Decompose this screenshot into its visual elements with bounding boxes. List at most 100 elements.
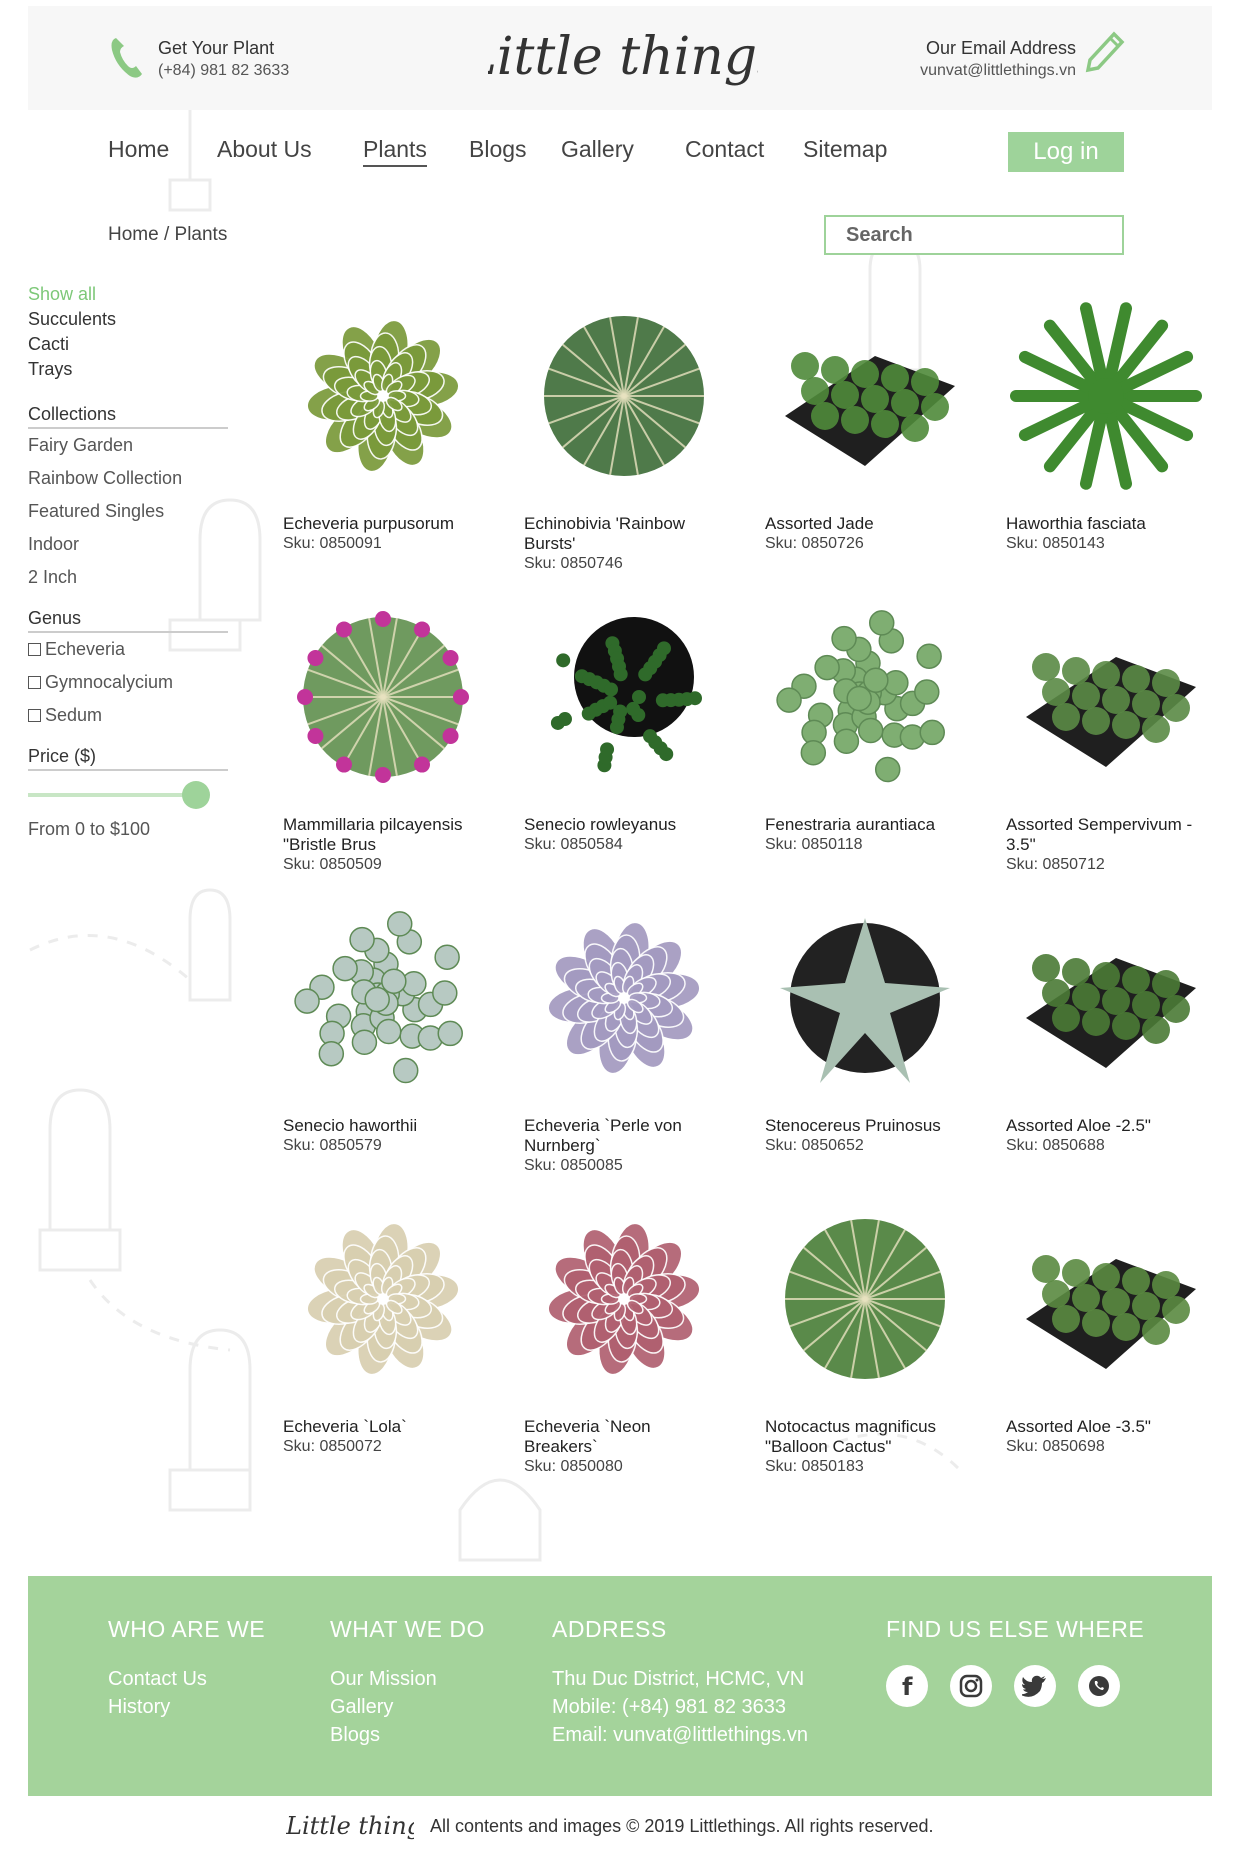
product-title[interactable]: Assorted Aloe -2.5" [1006, 1116, 1211, 1136]
checkbox[interactable] [28, 709, 41, 722]
product-card[interactable]: Assorted Jade Sku: 0850726 [765, 296, 1006, 597]
product-image[interactable] [1006, 296, 1206, 506]
product-card[interactable]: Fenestraria aurantiaca Sku: 0850118 [765, 597, 1006, 898]
product-image[interactable] [1006, 898, 1206, 1108]
collection-featured-singles[interactable]: Featured Singles [28, 495, 228, 528]
product-title[interactable]: Echeveria `Perle von Nurnberg` [524, 1116, 729, 1156]
footer-link-contact-us[interactable]: Contact Us [108, 1665, 265, 1693]
product-image[interactable] [524, 898, 724, 1108]
product-image[interactable] [283, 597, 483, 807]
footer-link-our-mission[interactable]: Our Mission [330, 1665, 485, 1693]
product-card[interactable]: Echeveria `Lola` Sku: 0850072 [283, 1199, 524, 1500]
product-card[interactable]: Echeveria `Neon Breakers` Sku: 0850080 [524, 1199, 765, 1500]
facebook-icon[interactable]: f [886, 1665, 928, 1707]
product-name[interactable]: Assorted Aloe -3.5" Sku: 0850698 [1006, 1417, 1211, 1457]
product-card[interactable]: Echeveria purpusorum Sku: 0850091 [283, 296, 524, 597]
category-show-all[interactable]: Show all [28, 282, 228, 307]
footer-link-blogs[interactable]: Blogs [330, 1721, 485, 1749]
product-title[interactable]: Echeveria `Neon Breakers` [524, 1417, 729, 1457]
product-title[interactable]: Echeveria purpusorum [283, 514, 488, 534]
product-card[interactable]: Assorted Sempervivum - 3.5" Sku: 0850712 [1006, 597, 1236, 898]
product-title[interactable]: Assorted Aloe -3.5" [1006, 1417, 1211, 1437]
nav-contact[interactable]: Contact [685, 136, 764, 163]
product-image[interactable] [1006, 1199, 1206, 1409]
product-name[interactable]: Assorted Jade Sku: 0850726 [765, 514, 970, 554]
checkbox[interactable] [28, 676, 41, 689]
product-card[interactable]: Assorted Aloe -3.5" Sku: 0850698 [1006, 1199, 1236, 1500]
collection-indoor[interactable]: Indoor [28, 528, 228, 561]
nav-blogs[interactable]: Blogs [469, 136, 527, 163]
category-succulents[interactable]: Succulents [28, 307, 228, 332]
breadcrumb[interactable]: Home / Plants [108, 224, 227, 246]
product-name[interactable]: Echeveria `Neon Breakers` Sku: 0850080 [524, 1417, 729, 1477]
product-card[interactable]: Notocactus magnificus "Balloon Cactus" Sk… [765, 1199, 1006, 1500]
product-card[interactable]: Mammillaria pilcayensis "Bristle Brus Sku… [283, 597, 524, 898]
product-title[interactable]: Echeveria `Lola` [283, 1417, 488, 1437]
twitter-icon[interactable] [1014, 1665, 1056, 1707]
product-title[interactable]: Senecio haworthii [283, 1116, 488, 1136]
instagram-icon[interactable] [950, 1665, 992, 1707]
collection-fairy-garden[interactable]: Fairy Garden [28, 429, 228, 462]
product-name[interactable]: Echinobivia 'Rainbow Bursts' Sku: 0850746 [524, 514, 729, 574]
product-image[interactable] [283, 296, 483, 506]
product-image[interactable] [283, 1199, 483, 1409]
price-slider[interactable] [28, 781, 210, 809]
product-title[interactable]: Haworthia fasciata [1006, 514, 1211, 534]
product-name[interactable]: Haworthia fasciata Sku: 0850143 [1006, 514, 1211, 554]
genus-sedum[interactable]: Sedum [28, 699, 228, 732]
product-title[interactable]: Senecio rowleyanus [524, 815, 729, 835]
product-card[interactable]: Echinobivia 'Rainbow Bursts' Sku: 0850746 [524, 296, 765, 597]
logo[interactable]: Little things [488, 16, 758, 106]
product-name[interactable]: Notocactus magnificus "Balloon Cactus" Sk… [765, 1417, 970, 1477]
product-card[interactable]: Echeveria `Perle von Nurnberg` Sku: 08500… [524, 898, 765, 1199]
product-name[interactable]: Fenestraria aurantiaca Sku: 0850118 [765, 815, 970, 855]
product-image[interactable] [524, 296, 724, 506]
product-image[interactable] [524, 1199, 724, 1409]
product-title[interactable]: Mammillaria pilcayensis "Bristle Brus [283, 815, 488, 855]
footer-link-gallery[interactable]: Gallery [330, 1693, 485, 1721]
product-image[interactable] [765, 597, 965, 807]
product-title[interactable]: Echinobivia 'Rainbow Bursts' [524, 514, 729, 554]
category-trays[interactable]: Trays [28, 357, 228, 382]
product-title[interactable]: Fenestraria aurantiaca [765, 815, 970, 835]
product-name[interactable]: Mammillaria pilcayensis "Bristle Brus Sku… [283, 815, 488, 875]
product-card[interactable]: Haworthia fasciata Sku: 0850143 [1006, 296, 1236, 597]
product-title[interactable]: Assorted Jade [765, 514, 970, 534]
nav-home[interactable]: Home [108, 136, 169, 163]
product-name[interactable]: Senecio rowleyanus Sku: 0850584 [524, 815, 729, 855]
product-name[interactable]: Stenocereus Pruinosus Sku: 0850652 [765, 1116, 970, 1156]
product-image[interactable] [765, 296, 965, 506]
nav-gallery[interactable]: Gallery [561, 136, 634, 163]
product-name[interactable]: Echeveria `Perle von Nurnberg` Sku: 08500… [524, 1116, 729, 1176]
category-cacti[interactable]: Cacti [28, 332, 228, 357]
product-card[interactable]: Senecio rowleyanus Sku: 0850584 [524, 597, 765, 898]
genus-echeveria[interactable]: Echeveria [28, 633, 228, 666]
price-slider-thumb[interactable] [182, 781, 210, 809]
product-image[interactable] [765, 1199, 965, 1409]
product-card[interactable]: Stenocereus Pruinosus Sku: 0850652 [765, 898, 1006, 1199]
product-title[interactable]: Notocactus magnificus "Balloon Cactus" [765, 1417, 970, 1457]
product-image[interactable] [283, 898, 483, 1108]
product-image[interactable] [1006, 597, 1206, 807]
search-input[interactable]: Search [824, 215, 1124, 255]
product-image[interactable] [765, 898, 965, 1108]
product-name[interactable]: Assorted Sempervivum - 3.5" Sku: 0850712 [1006, 815, 1211, 875]
checkbox[interactable] [28, 643, 41, 656]
whatsapp-icon[interactable] [1078, 1665, 1120, 1707]
collection-2-inch[interactable]: 2 Inch [28, 561, 228, 594]
login-button[interactable]: Log in [1008, 132, 1124, 172]
product-card[interactable]: Senecio haworthii Sku: 0850579 [283, 898, 524, 1199]
footer-logo[interactable]: Little things [286, 1806, 414, 1846]
product-name[interactable]: Assorted Aloe -2.5" Sku: 0850688 [1006, 1116, 1211, 1156]
product-title[interactable]: Assorted Sempervivum - 3.5" [1006, 815, 1211, 855]
nav-about-us[interactable]: About Us [217, 136, 312, 163]
collection-rainbow[interactable]: Rainbow Collection [28, 462, 228, 495]
product-image[interactable] [524, 597, 724, 807]
product-name[interactable]: Echeveria `Lola` Sku: 0850072 [283, 1417, 488, 1457]
product-name[interactable]: Echeveria purpusorum Sku: 0850091 [283, 514, 488, 554]
footer-link-history[interactable]: History [108, 1693, 265, 1721]
nav-plants[interactable]: Plants [363, 136, 427, 167]
product-title[interactable]: Stenocereus Pruinosus [765, 1116, 970, 1136]
nav-sitemap[interactable]: Sitemap [803, 136, 887, 163]
genus-gymnocalycium[interactable]: Gymnocalycium [28, 666, 228, 699]
